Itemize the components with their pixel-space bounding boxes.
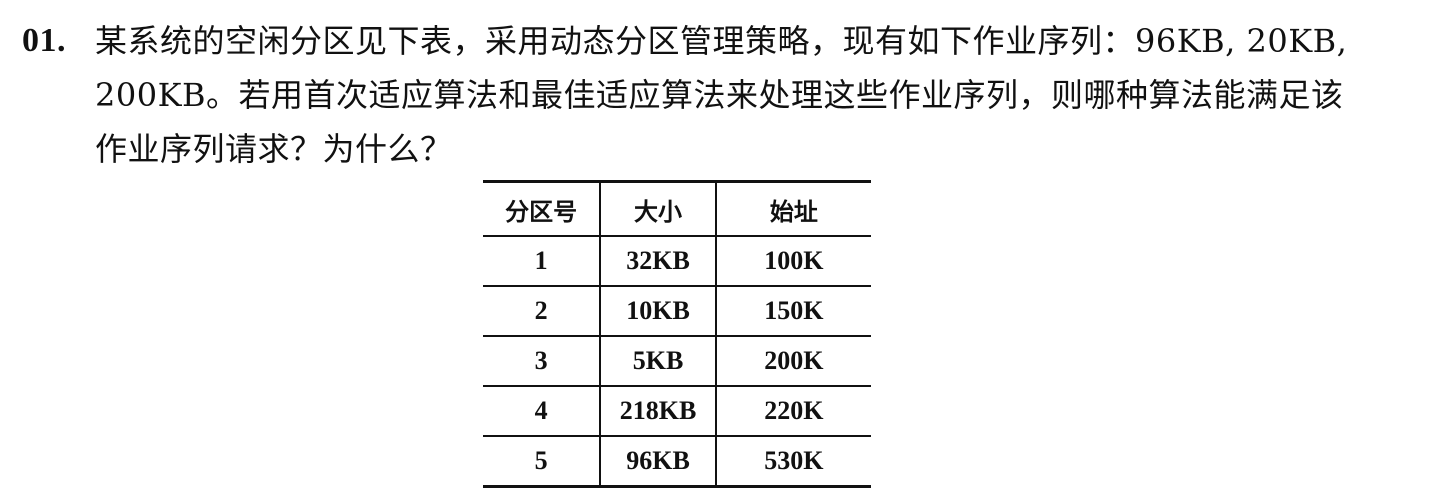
question-text-line-1: 某系统的空闲分区见下表，采用动态分区管理策略，现有如下作业序列：96KB, 20… <box>95 22 1348 60</box>
table-row: 5 96KB 530K <box>483 436 871 487</box>
cell-start-address: 530K <box>764 446 824 475</box>
cell-size: 5KB <box>600 336 717 387</box>
cell-partition-number: 3 <box>483 336 602 387</box>
cell-start-address: 100K <box>715 236 871 287</box>
cell-partition-number: 1 <box>483 236 602 287</box>
cell-start-address: 150K <box>715 286 871 337</box>
table-row: 4 218KB 220K <box>483 386 871 437</box>
header-size: 大小 <box>600 181 717 237</box>
header-start-address: 始址 <box>715 181 871 237</box>
cell-partition-number: 2 <box>483 286 602 337</box>
question-text-line-2: 200KB。若用首次适应算法和最佳适应算法来处理这些作业序列，则哪种算法能满足该 <box>95 76 1344 114</box>
header-partition-number: 分区号 <box>483 181 602 237</box>
cell-size: 218KB <box>600 386 717 437</box>
cell-size: 96KB <box>600 436 717 487</box>
cell-size: 32KB <box>600 236 717 287</box>
cell-partition-number: 5 <box>483 436 602 487</box>
table-row: 3 5KB 200K <box>483 336 871 387</box>
table-header-row: 分区号 大小 始址 <box>483 181 871 237</box>
question-number: 01. <box>22 22 66 59</box>
table-row: 1 32KB 100K <box>483 236 871 287</box>
table-row: 2 10KB 150K <box>483 286 871 337</box>
cell-start-address: 220K <box>715 386 871 437</box>
cell-start-address: 200K <box>715 336 871 387</box>
cell-size: 10KB <box>600 286 717 337</box>
cell-partition-number: 4 <box>483 386 602 437</box>
free-partition-table: 分区号 大小 始址 1 32KB 100K 2 10KB 150K 3 5KB … <box>483 180 871 488</box>
question-text-line-3: 作业序列请求？为什么？ <box>95 130 453 168</box>
